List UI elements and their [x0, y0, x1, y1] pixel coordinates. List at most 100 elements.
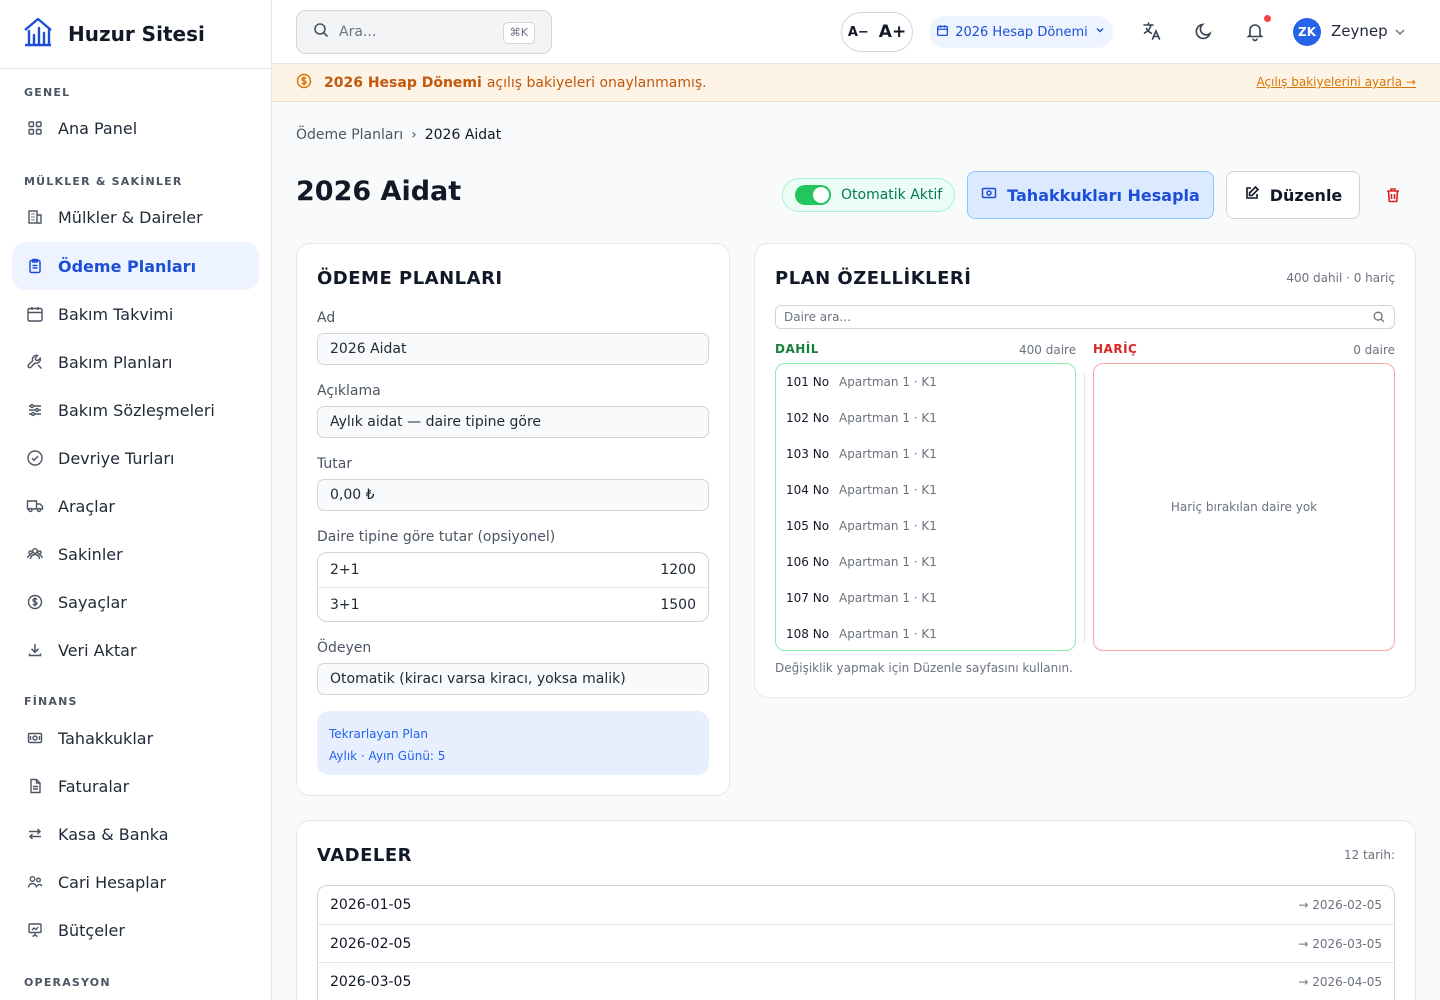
chevron-down-icon[interactable] [1392, 24, 1408, 40]
list-item[interactable]: 105 No Apartman 1 · K1 [776, 508, 1075, 544]
unit-type-amount: 1200 [660, 562, 696, 578]
edit-label: Düzenle [1269, 185, 1343, 205]
edit-hint: Değişiklik yapmak için Düzenle sayfasını… [775, 661, 1073, 675]
excluded-label: HARİÇ [1093, 342, 1138, 356]
sidebar-item-faturalar[interactable]: Faturalar [12, 762, 259, 810]
unit-number: 105 No [786, 519, 830, 533]
sidebar-item-odeme-planlari[interactable]: Ödeme Planları [12, 242, 259, 290]
presentation-icon [26, 921, 44, 939]
sidebar-item-butceler[interactable]: Bütçeler [12, 906, 259, 954]
unit-location: Apartman 1 · K1 [839, 519, 937, 533]
sidebar-item-bakim-planlari[interactable]: Bakım Planları [12, 338, 259, 386]
recurring-plan-box: Tekrarlayan Plan Aylık · Ayın Günü: 5 [317, 711, 709, 775]
recurring-title: Tekrarlayan Plan [329, 727, 428, 741]
search-input[interactable]: Ara... ⌘K [296, 10, 552, 54]
list-item[interactable]: 104 No Apartman 1 · K1 [776, 472, 1075, 508]
column-divider [1084, 374, 1085, 642]
sidebar-item-label: Sayaçlar [58, 592, 127, 612]
list-item[interactable]: 106 No Apartman 1 · K1 [776, 544, 1075, 580]
amount-field[interactable]: 0,00 ₺ [317, 479, 709, 511]
sidebar-item-kasa-banka[interactable]: Kasa & Banka [12, 810, 259, 858]
name-field[interactable]: 2026 Aidat [317, 333, 709, 365]
sidebar-item-bakim-takvimi[interactable]: Bakım Takvimi [12, 290, 259, 338]
table-row[interactable]: 2026-03-05 → 2026-04-05 [318, 962, 1394, 1000]
sidebar-item-mulkler[interactable]: Mülkler & Daireler [12, 193, 259, 241]
auto-active-toggle[interactable]: Otomatik Aktif [782, 178, 955, 212]
unit-number: 102 No [786, 411, 830, 425]
list-item[interactable]: 101 No Apartman 1 · K1 [776, 364, 1075, 400]
sidebar-item-label: Bakım Takvimi [58, 304, 174, 324]
opening-balance-link[interactable]: Açılış bakiyelerini ayarla → [1257, 75, 1416, 89]
sidebar-item-sakinler[interactable]: Sakinler [12, 530, 259, 578]
unit-location: Apartman 1 · K1 [839, 555, 937, 569]
sidebar: Huzur Sitesi GENEL Ana Panel MÜLKLER & S… [0, 0, 272, 1000]
banknote-icon [981, 185, 997, 205]
included-count: 400 daire [1019, 343, 1077, 357]
description-field[interactable]: Aylık aidat — daire tipine göre [317, 406, 709, 438]
sidebar-item-veri-aktar[interactable]: Veri Aktar [12, 626, 259, 674]
sidebar-item-bakim-sozlesmeleri[interactable]: Bakım Sözleşmeleri [12, 386, 259, 434]
nav-section-operasyon: OPERASYON [24, 976, 111, 989]
unit-location: Apartman 1 · K1 [839, 627, 937, 641]
due-dates-title: VADELER [317, 845, 413, 866]
due-date: 2026-01-05 [330, 897, 412, 913]
wrench-icon [26, 353, 44, 371]
included-unit-list: 101 No Apartman 1 · K1 102 No Apartman 1 ·… [775, 363, 1076, 651]
table-row[interactable]: 2026-02-05 → 2026-03-05 [318, 924, 1394, 962]
table-row[interactable]: 2026-01-05 → 2026-02-05 [318, 886, 1394, 924]
calculate-accruals-button[interactable]: Tahakkukları Hesapla [967, 171, 1214, 219]
moon-icon[interactable] [1193, 20, 1215, 42]
unit-number: 104 No [786, 483, 830, 497]
unit-number: 103 No [786, 447, 830, 461]
transfer-icon [26, 825, 44, 843]
edit-button[interactable]: Düzenle [1226, 171, 1360, 219]
amount-label: Tutar [317, 456, 353, 472]
period-label: 2026 Hesap Dönemi [955, 24, 1088, 40]
banknote-icon [26, 729, 44, 747]
due-date-list: 2026-01-05 → 2026-02-05 2026-02-05 → 202… [317, 885, 1395, 1000]
period-selector[interactable]: 2026 Hesap Dönemi [929, 16, 1113, 48]
list-item[interactable]: 108 No Apartman 1 · K1 [776, 616, 1075, 650]
payer-field[interactable]: Otomatik (kiracı varsa kiracı, yoksa mal… [317, 663, 709, 695]
unit-location: Apartman 1 · K1 [839, 591, 937, 605]
sidebar-item-tahakkuklar[interactable]: Tahakkuklar [12, 714, 259, 762]
due-date: 2026-02-05 [330, 935, 412, 952]
sidebar-item-sayaclar[interactable]: Sayaçlar [12, 578, 259, 626]
list-item[interactable]: 102 No Apartman 1 · K1 [776, 400, 1075, 436]
font-decrease-button[interactable]: A− [848, 25, 869, 40]
grid-icon [26, 119, 44, 137]
font-increase-button[interactable]: A+ [879, 22, 906, 42]
calendar-icon [26, 305, 44, 323]
sidebar-item-label: Ana Panel [58, 118, 138, 138]
plan-properties-summary: 400 dahil · 0 hariç [1286, 271, 1395, 285]
user-group-icon [26, 873, 44, 891]
sidebar-item-label: Ödeme Planları [58, 256, 197, 276]
sidebar-item-label: Kasa & Banka [58, 824, 169, 844]
brand[interactable]: Huzur Sitesi [0, 0, 271, 69]
unit-search-input[interactable]: Daire ara... [775, 305, 1395, 329]
unit-search-placeholder: Daire ara... [784, 310, 851, 324]
type-amount-row[interactable]: 3+1 1500 [318, 587, 708, 621]
avatar[interactable]: ZK [1293, 18, 1321, 46]
sidebar-item-cari-hesaplar[interactable]: Cari Hesaplar [12, 858, 259, 906]
sidebar-item-ana-panel[interactable]: Ana Panel [12, 104, 259, 152]
name-label: Ad [317, 310, 336, 326]
translate-icon[interactable] [1141, 20, 1163, 42]
bell-icon[interactable] [1244, 20, 1266, 42]
breadcrumb-parent[interactable]: Ödeme Planları [296, 127, 403, 143]
breadcrumb: Ödeme Planları › 2026 Aidat [296, 127, 501, 143]
toggle-switch[interactable] [795, 185, 831, 205]
trash-icon[interactable] [1384, 186, 1402, 204]
type-amount-row[interactable]: 2+1 1200 [318, 553, 708, 587]
plan-form-title: ÖDEME PLANLARI [317, 268, 503, 289]
next-due-date: → 2026-02-05 [1298, 898, 1382, 912]
list-item[interactable]: 103 No Apartman 1 · K1 [776, 436, 1075, 472]
sidebar-item-devriye-turlari[interactable]: Devriye Turları [12, 434, 259, 482]
user-name[interactable]: Zeynep [1331, 22, 1388, 40]
list-item[interactable]: 107 No Apartman 1 · K1 [776, 580, 1075, 616]
sidebar-item-label: Sakinler [58, 544, 123, 564]
sidebar-item-label: Bakım Planları [58, 352, 173, 372]
sidebar-item-araclar[interactable]: Araçlar [12, 482, 259, 530]
type-amount-table: 2+1 1200 3+1 1500 [317, 552, 709, 622]
unit-number: 106 No [786, 555, 830, 569]
